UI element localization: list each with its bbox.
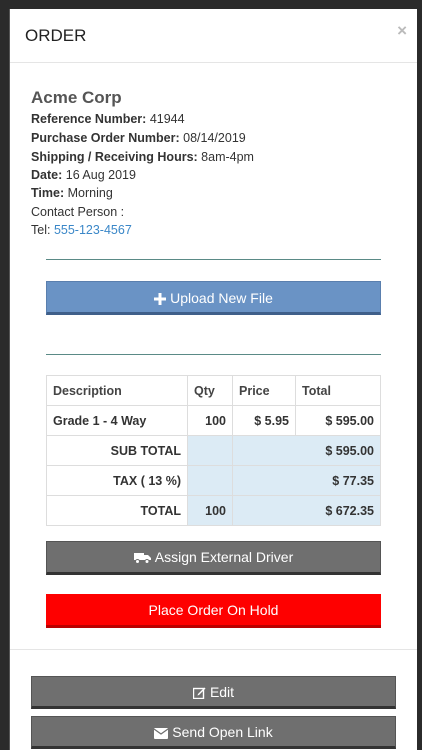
edit-icon	[192, 687, 206, 700]
telephone: Tel: 555-123-4567	[31, 223, 132, 237]
divider	[46, 354, 381, 355]
divider	[10, 649, 417, 650]
edit-button[interactable]: Edit	[31, 676, 396, 709]
order-date: Date: 16 Aug 2019	[31, 168, 136, 182]
contact-person: Contact Person :	[31, 205, 125, 219]
order-time: Time: Morning	[31, 186, 113, 200]
assign-driver-button[interactable]: Assign External Driver	[46, 541, 381, 575]
table-header-row: Description Qty Price Total	[46, 375, 381, 406]
order-items-table: Description Qty Price Total Grade 1 - 4 …	[46, 375, 381, 526]
total-row: TOTAL 100 $ 672.35	[46, 495, 381, 526]
table-row: Grade 1 - 4 Way 100 $ 5.95 $ 595.00	[46, 405, 381, 436]
company-name: Acme Corp	[31, 88, 122, 107]
send-open-link-button[interactable]: Send Open Link	[31, 716, 396, 749]
modal-header: ORDER ×	[10, 9, 417, 63]
phone-link[interactable]: 555-123-4567	[54, 223, 132, 237]
plus-icon	[154, 293, 167, 305]
place-order-on-hold-button[interactable]: Place Order On Hold	[46, 594, 381, 628]
modal-title: ORDER	[25, 26, 87, 45]
divider	[46, 259, 381, 260]
reference-number: Reference Number: 41944	[31, 112, 185, 126]
truck-icon	[133, 553, 151, 564]
close-icon[interactable]: ×	[397, 21, 407, 41]
tax-row: TAX ( 13 %) $ 77.35	[46, 465, 381, 496]
shipping-hours: Shipping / Receiving Hours: 8am-4pm	[31, 150, 254, 164]
upload-file-button[interactable]: Upload New File	[46, 281, 381, 315]
subtotal-row: SUB TOTAL $ 595.00	[46, 435, 381, 466]
order-modal: ORDER × Acme Corp Reference Number: 4194…	[9, 9, 417, 750]
purchase-order-number: Purchase Order Number: 08/14/2019	[31, 131, 246, 145]
envelope-icon	[153, 728, 169, 739]
